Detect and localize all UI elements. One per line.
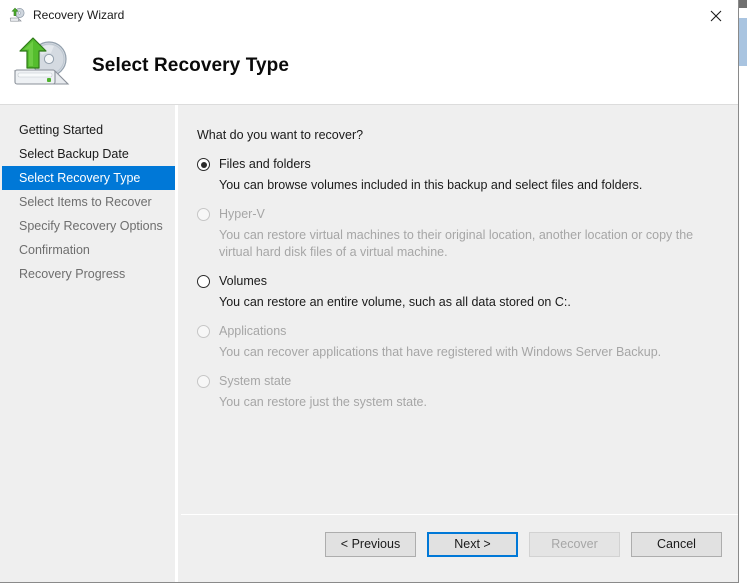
close-icon [710, 10, 722, 22]
radio-system-state [197, 375, 210, 388]
recovery-disk-icon-large [8, 35, 76, 97]
wizard-steps-sidebar: Getting Started Select Backup Date Selec… [1, 105, 178, 582]
recovery-disk-icon [9, 7, 26, 24]
option-system-state-row: System state [197, 372, 724, 392]
option-files-and-folders-description: You can browse volumes included in this … [219, 178, 643, 192]
wizard-button-bar: < Previous Next > Recover Cancel [181, 516, 738, 582]
wizard-content: What do you want to recover? Files and f… [181, 105, 738, 582]
option-hyper-v: Hyper-V You can restore virtual machines… [197, 205, 724, 261]
wizard-body: Getting Started Select Backup Date Selec… [0, 105, 738, 582]
option-hyper-v-row: Hyper-V [197, 205, 724, 225]
option-volumes-row[interactable]: Volumes [197, 272, 724, 292]
option-applications-description: You can recover applications that have r… [219, 345, 662, 359]
option-applications: Applications You can recover application… [197, 322, 724, 361]
option-files-and-folders-row[interactable]: Files and folders [197, 155, 724, 175]
sidebar-item-select-recovery-type[interactable]: Select Recovery Type [2, 166, 175, 190]
sidebar-item-specify-recovery-options[interactable]: Specify Recovery Options [1, 214, 175, 238]
option-volumes[interactable]: Volumes You can restore an entire volume… [197, 272, 724, 311]
radio-applications [197, 325, 210, 338]
option-hyper-v-description: You can restore virtual machines to thei… [219, 228, 694, 259]
page-title: Select Recovery Type [92, 55, 290, 76]
cancel-button[interactable]: Cancel [631, 532, 722, 557]
option-system-state: System state You can restore just the sy… [197, 372, 724, 411]
option-system-state-label: System state [219, 374, 292, 388]
recover-button: Recover [529, 532, 620, 557]
option-applications-row: Applications [197, 322, 724, 342]
next-button[interactable]: Next > [427, 532, 518, 557]
radio-files-and-folders[interactable] [197, 158, 210, 171]
option-volumes-description: You can restore an entire volume, such a… [219, 295, 571, 309]
option-files-and-folders-label: Files and folders [219, 157, 311, 171]
sidebar-item-recovery-progress[interactable]: Recovery Progress [1, 262, 175, 286]
previous-button[interactable]: < Previous [325, 532, 416, 557]
title-bar-left: Recovery Wizard [9, 7, 124, 24]
sidebar-item-select-backup-date[interactable]: Select Backup Date [1, 142, 175, 166]
page-scrollbar[interactable] [739, 0, 747, 585]
option-hyper-v-label: Hyper-V [219, 207, 265, 221]
option-files-and-folders[interactable]: Files and folders You can browse volumes… [197, 155, 724, 194]
radio-hyper-v [197, 208, 210, 221]
sidebar-item-select-items-to-recover[interactable]: Select Items to Recover [1, 190, 175, 214]
wizard-header: Select Recovery Type [0, 33, 738, 105]
title-bar: Recovery Wizard [0, 0, 738, 33]
option-volumes-label: Volumes [219, 274, 267, 288]
window-title: Recovery Wizard [33, 8, 125, 22]
close-button[interactable] [693, 0, 738, 32]
scrollbar-up-arrow[interactable] [739, 0, 747, 8]
recovery-type-panel: What do you want to recover? Files and f… [181, 105, 738, 515]
recovery-wizard-window: Recovery Wizard Select Recovery Type Get… [0, 0, 739, 583]
radio-volumes[interactable] [197, 275, 210, 288]
recovery-type-question: What do you want to recover? [197, 128, 364, 142]
sidebar-item-getting-started[interactable]: Getting Started [1, 118, 175, 142]
sidebar-item-confirmation[interactable]: Confirmation [1, 238, 175, 262]
scrollbar-thumb[interactable] [739, 18, 747, 66]
option-applications-label: Applications [219, 324, 287, 338]
option-system-state-description: You can restore just the system state. [219, 395, 427, 409]
